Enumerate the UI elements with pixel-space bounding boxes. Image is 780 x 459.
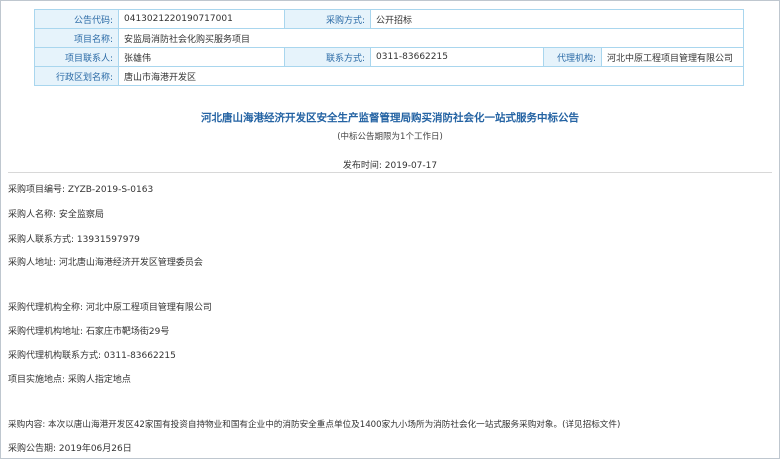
buyer-address-value: 河北唐山海港经济开发区管理委员会 [58, 258, 203, 268]
notice-title: 河北唐山海港经济开发区安全生产监督管理局购买消防社会化一站式服务中标公告 [201, 112, 579, 124]
notice-subtitle: (中标公告期限为1个工作日) [337, 132, 443, 142]
project-info-table: 公告代码: 0413021220190717001 采购方式: 公开招标 项目名… [34, 9, 744, 86]
agent-address-value: 石家庄市靶场街29号 [85, 327, 170, 337]
phone-value: 0311-83662215 [370, 47, 544, 67]
method-value: 公开招标 [370, 9, 744, 29]
publish-time: 发布时间: 2019-07-17 [0, 158, 780, 171]
buyer-address-label: 采购人地址: [8, 258, 57, 268]
project-number-row: 采购项目编号: ZYZB-2019-S-0163 [8, 182, 153, 195]
publish-time-label: 发布时间: [342, 161, 382, 171]
agent-phone-label: 采购代理机构联系方式: [8, 351, 102, 361]
project-number-value: ZYZB-2019-S-0163 [67, 185, 154, 195]
region-value: 唐山市海港开发区 [118, 66, 744, 86]
buyer-value: 安全监察局 [58, 210, 104, 220]
buyer-phone-row: 采购人联系方式: 13931597979 [8, 232, 140, 245]
project-number-label: 采购项目编号: [8, 185, 66, 195]
agent-label: 采购代理机构全称: [8, 303, 84, 313]
notice-code-value: 0413021220190717001 [118, 9, 285, 29]
agency-label: 代理机构: [543, 47, 602, 67]
content-label: 采购内容: [8, 420, 46, 430]
content-value: 本次以唐山海港开发区42家国有投资自持物业和国有企业中的消防安全重点单位及140… [48, 420, 621, 430]
contact-label: 项目联系人: [34, 47, 119, 67]
agent-phone-value: 0311-83662215 [103, 351, 176, 361]
agent-value: 河北中原工程项目管理有限公司 [85, 303, 212, 313]
contact-value: 张雄伟 [118, 47, 285, 67]
phone-label: 联系方式: [284, 47, 371, 67]
site-label: 项目实施地点: [8, 375, 66, 385]
method-label: 采购方式: [284, 9, 371, 29]
content-row: 采购内容: 本次以唐山海港开发区42家国有投资自持物业和国有企业中的消防安全重点… [8, 418, 620, 430]
buyer-label: 采购人名称: [8, 210, 57, 220]
buyer-phone-value: 13931597979 [76, 235, 140, 245]
site-row: 项目实施地点: 采购人指定地点 [8, 372, 131, 385]
project-name-label: 项目名称: [34, 28, 119, 48]
notice-date-value: 2019年06月26日 [58, 444, 132, 454]
region-label: 行政区划名称: [34, 66, 119, 86]
project-name-value: 安监局消防社会化购买服务项目 [118, 28, 744, 48]
divider [8, 172, 772, 173]
buyer-row: 采购人名称: 安全监察局 [8, 207, 104, 220]
notice-date-label: 采购公告期: [8, 444, 57, 454]
agent-phone-row: 采购代理机构联系方式: 0311-83662215 [8, 348, 176, 361]
publish-time-value: 2019-07-17 [384, 161, 438, 171]
agent-address-label: 采购代理机构地址: [8, 327, 84, 337]
buyer-phone-label: 采购人联系方式: [8, 235, 75, 245]
agent-address-row: 采购代理机构地址: 石家庄市靶场街29号 [8, 324, 169, 337]
notice-code-label: 公告代码: [34, 9, 119, 29]
buyer-address-row: 采购人地址: 河北唐山海港经济开发区管理委员会 [8, 255, 203, 268]
agent-row: 采购代理机构全称: 河北中原工程项目管理有限公司 [8, 300, 212, 313]
notice-date-row: 采购公告期: 2019年06月26日 [8, 441, 132, 454]
agency-value: 河北中原工程项目管理有限公司 [601, 47, 744, 67]
site-value: 采购人指定地点 [67, 375, 131, 385]
